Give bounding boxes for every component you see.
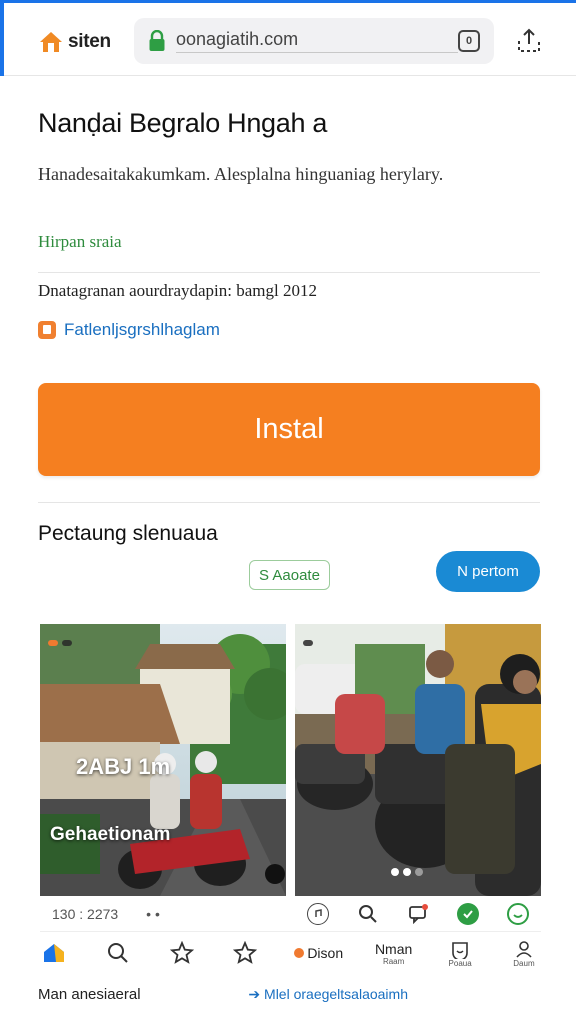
screenshot-caption-row: 130 : 2273 • • — [40, 896, 541, 932]
home-icon — [44, 944, 64, 962]
app-title: Nanḍai Begralo Hngah a — [38, 108, 328, 138]
install-button[interactable]: Instal — [38, 383, 540, 476]
screenshot-2[interactable] — [295, 624, 541, 896]
section-title: Pectaung slenuaua — [38, 522, 218, 545]
tab-switcher-icon[interactable]: 0 — [458, 30, 480, 52]
check-icon[interactable] — [457, 902, 479, 925]
document-icon — [38, 321, 56, 339]
nav-poaua[interactable]: Poaua — [444, 939, 476, 968]
screenshot-1[interactable]: 2ABJ 1m Gehaetionam — [40, 624, 286, 896]
brand-label: siten — [68, 31, 111, 52]
app-description: Hanadesaitakakumkam. Alesplalna hinguani… — [38, 164, 444, 184]
nav-dison-label: Dison — [307, 945, 344, 961]
browser-toolbar: siten oonagiatih.com 0 — [0, 0, 576, 76]
footer-link[interactable]: ➔ Mlel oraegeltsalaoaimh — [248, 986, 540, 1003]
primary-pill-button[interactable]: N pertom — [436, 551, 540, 592]
user-icon — [516, 940, 532, 958]
address-bar[interactable]: oonagiatih.com 0 — [134, 18, 494, 64]
divider — [38, 272, 540, 273]
badge-dark — [62, 640, 72, 646]
caption-actions — [295, 902, 541, 925]
smile-icon — [452, 941, 468, 959]
search-icon[interactable] — [357, 903, 379, 925]
caption-left: 130 : 2273 • • — [40, 906, 286, 922]
accent-bar — [0, 3, 4, 76]
nav-nman-sub: Raam — [382, 956, 405, 966]
bell-icon — [294, 948, 305, 958]
nav-rated[interactable] — [229, 941, 261, 965]
developer-link[interactable]: Hirpan sraia — [38, 232, 122, 252]
search-icon — [107, 943, 128, 963]
filter-chip[interactable]: S Aaoate — [249, 560, 330, 590]
nav-profile-label: Daum — [513, 958, 535, 968]
nav-search[interactable] — [102, 941, 134, 965]
brand-logo[interactable]: siten — [38, 27, 111, 57]
nav-nman[interactable]: Nman Raam — [375, 941, 412, 966]
screenshot-caption: Gehaetionam — [50, 824, 171, 845]
nav-profile[interactable]: Daum — [508, 939, 540, 968]
badge-dark — [303, 640, 313, 646]
info-link-text[interactable]: Fatlenljsgrshlhaglam — [64, 320, 220, 340]
video-badge — [303, 640, 313, 646]
caption-value: 130 : 2273 — [52, 905, 119, 922]
nav-home[interactable] — [38, 942, 70, 964]
nav-favorites[interactable] — [166, 941, 198, 965]
footer-text: Man anesiaeral — [38, 986, 141, 1003]
footer: Man anesiaeral ➔ Mlel oraegeltsalaoaimh — [38, 986, 540, 1003]
music-icon[interactable] — [307, 902, 329, 925]
street-people-image — [295, 624, 541, 896]
screenshot-headline: 2ABJ 1m — [76, 754, 171, 779]
divider — [38, 502, 540, 503]
nav-dison[interactable]: Dison — [293, 945, 343, 961]
caption-dots: • • — [146, 905, 160, 922]
share-icon[interactable] — [514, 27, 544, 55]
star-outline-icon — [233, 941, 258, 964]
nav-poaua-label: Poaua — [448, 958, 472, 968]
lock-icon — [148, 29, 166, 52]
app-meta: Dnatagranan aourdraydapin: bamgl 2012 — [38, 281, 317, 300]
nav-nman-label: Nman — [374, 940, 413, 957]
comment-icon[interactable] — [407, 903, 429, 925]
video-badge — [48, 640, 72, 646]
smile-icon[interactable] — [507, 902, 529, 925]
star-icon — [169, 941, 194, 964]
url-text[interactable]: oonagiatih.com — [176, 29, 458, 53]
bottom-navigation: Dison Nman Raam Poaua Daum — [38, 933, 540, 973]
info-link[interactable]: Fatlenljsgrshlhaglam — [38, 320, 220, 340]
home-logo-icon — [38, 30, 64, 54]
badge-orange — [48, 640, 58, 646]
